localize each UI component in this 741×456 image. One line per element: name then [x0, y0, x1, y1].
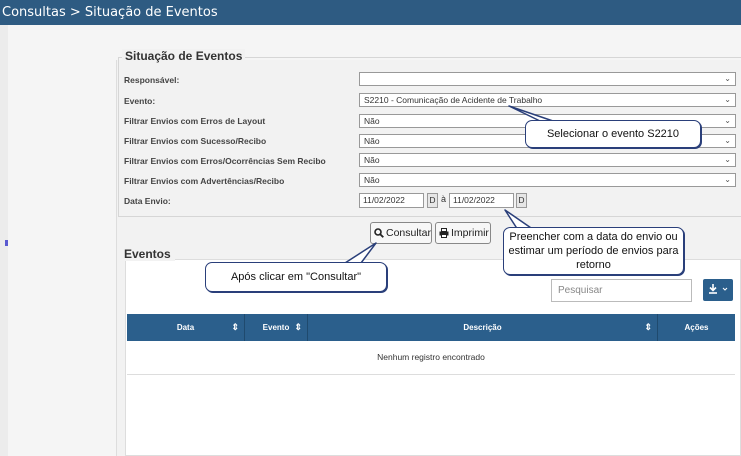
- callout-select-event: Selecionar o evento S2210: [525, 120, 701, 148]
- callout-pointer-consultar: [344, 242, 377, 264]
- callout-after-consultar: Após clicar em "Consultar": [205, 262, 387, 292]
- callout-pointer-select-event: [508, 105, 554, 122]
- callout-date-hint: Preencher com a data do envio ou estimar…: [503, 227, 684, 275]
